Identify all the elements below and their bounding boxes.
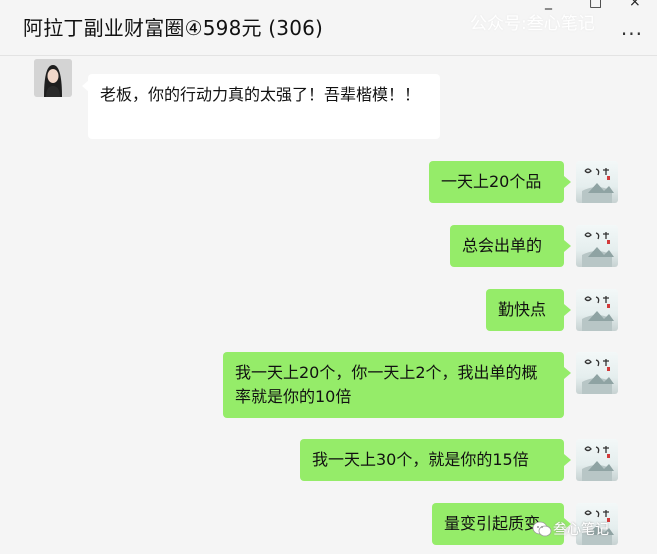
close-button[interactable]: × — [629, 0, 641, 10]
self-avatar[interactable] — [576, 439, 618, 481]
self-avatar-image — [582, 359, 614, 394]
outgoing-message-bubble[interactable]: 我一天上30个，就是你的15倍 — [300, 439, 564, 481]
self-avatar[interactable] — [576, 352, 618, 394]
outgoing-message-bubble[interactable]: 总会出单的 — [450, 225, 564, 267]
self-avatar[interactable] — [576, 161, 618, 203]
outgoing-message-bubble[interactable]: 我一天上20个，你一天上2个，我出单的概率就是你的10倍 — [223, 352, 564, 418]
self-avatar[interactable] — [576, 289, 618, 331]
maximize-button[interactable]: □ — [589, 0, 602, 10]
contact-avatar-image — [34, 59, 72, 97]
watermark-top: 公众号:叁心笔记 — [470, 14, 595, 34]
watermark-bottom: 叁心笔记 — [553, 522, 609, 538]
bubble-tail — [564, 240, 571, 252]
self-avatar-image — [582, 296, 614, 331]
self-avatar-image — [582, 232, 614, 267]
minimize-button[interactable]: _ — [545, 0, 552, 10]
outgoing-message-bubble[interactable]: 勤快点 — [486, 289, 564, 331]
wechat-logo-icon — [532, 521, 552, 537]
incoming-message-bubble[interactable]: 老板，你的行动力真的太强了！吾辈楷模！！ — [88, 74, 440, 139]
self-avatar[interactable] — [576, 225, 618, 267]
bubble-tail — [564, 176, 571, 188]
outgoing-message-bubble[interactable]: 一天上20个品 — [429, 161, 564, 203]
self-avatar-image — [582, 446, 614, 481]
contact-avatar[interactable] — [34, 59, 72, 97]
more-options-button[interactable]: ... — [621, 18, 643, 38]
bubble-tail — [564, 304, 571, 316]
chat-title: 阿拉丁副业财富圈④598元 (306) — [23, 16, 324, 40]
bubble-tail — [564, 367, 571, 379]
chat-header: 阿拉丁副业财富圈④598元 (306) 公众号:叁心笔记 _ □ × ... — [0, 0, 657, 56]
bubble-tail — [564, 454, 571, 466]
self-avatar-image — [582, 168, 614, 203]
